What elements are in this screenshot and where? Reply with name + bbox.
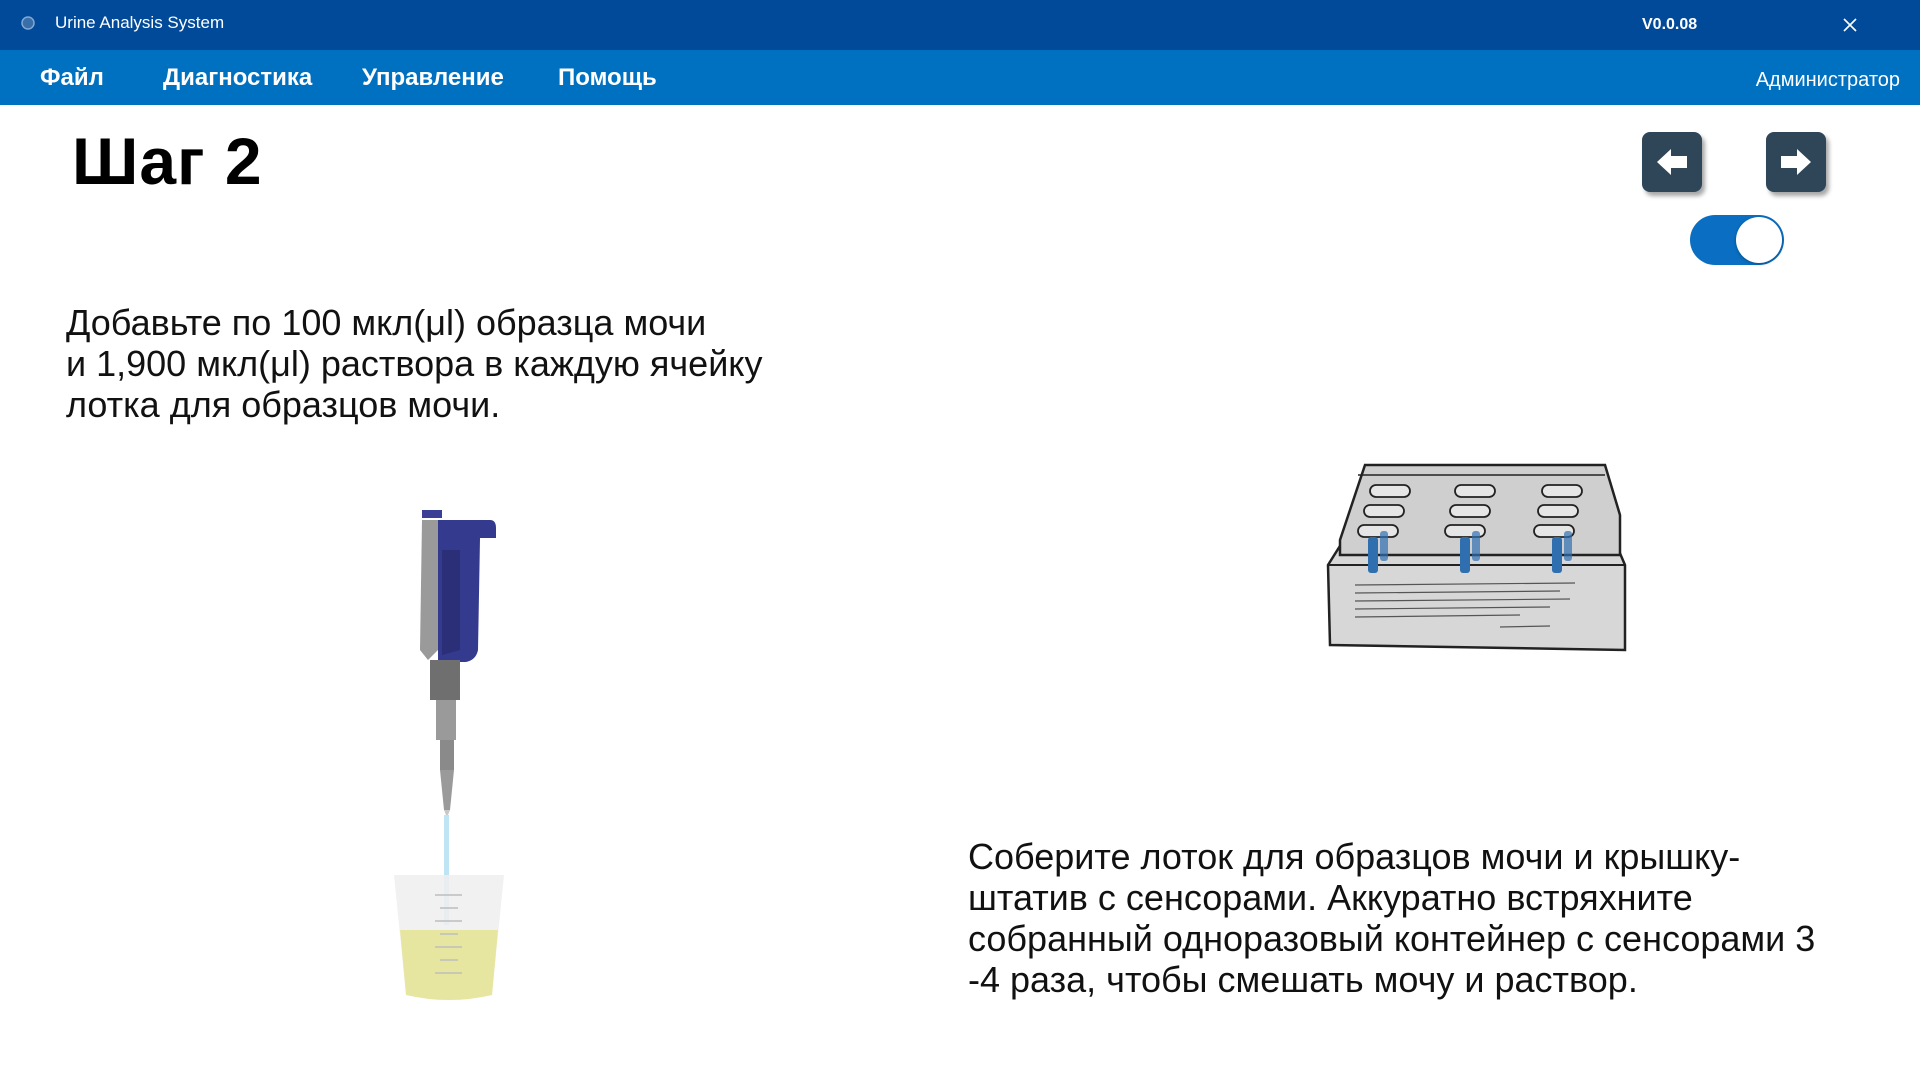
prev-step-button[interactable] (1642, 132, 1702, 192)
instruction-line: Добавьте по 100 мкл(μl) образца мочи (66, 302, 707, 343)
pipette-illustration (394, 510, 504, 1000)
arrow-right-icon (1781, 149, 1811, 175)
title-bar: Urine Analysis System V0.0.08 (0, 0, 1920, 50)
user-menu[interactable]: Администратор (1756, 69, 1900, 92)
toggle-knob (1736, 217, 1782, 263)
instruction-line: штатив с сенсорами. Аккуратно встряхните (968, 877, 1693, 918)
instruction-left: Добавьте по 100 мкл(μl) образца мочи и 1… (66, 302, 826, 425)
step-title: Шаг 2 (72, 124, 263, 198)
menu-file[interactable]: Файл (40, 64, 104, 92)
next-step-button[interactable] (1766, 132, 1826, 192)
app-title: Urine Analysis System (55, 13, 225, 32)
close-button[interactable] (1835, 10, 1865, 40)
instruction-line: -4 раза, чтобы смешать мочу и раствор. (968, 959, 1638, 1000)
menu-diagnostics[interactable]: Диагностика (163, 64, 312, 92)
instruction-line: собранный одноразовый контейнер с сенсор… (968, 918, 1816, 959)
sample-tray-illustration (1326, 463, 1627, 652)
mode-toggle[interactable] (1690, 215, 1784, 265)
instruction-line: Соберите лоток для образцов мочи и крышк… (968, 836, 1741, 877)
menu-control[interactable]: Управление (362, 64, 504, 92)
menu-help[interactable]: Помощь (558, 64, 657, 92)
version-label: V0.0.08 (1642, 16, 1698, 33)
instruction-line: и 1,900 мкл(μl) раствора в каждую ячейку (66, 343, 763, 384)
instruction-right: Соберите лоток для образцов мочи и крышк… (968, 836, 1848, 1000)
menu-bar: Файл Диагностика Управление Помощь Админ… (0, 50, 1920, 105)
instruction-line: лотка для образцов мочи. (66, 384, 501, 425)
app-icon (21, 16, 35, 30)
close-icon (1843, 18, 1857, 32)
arrow-left-icon (1657, 149, 1687, 175)
